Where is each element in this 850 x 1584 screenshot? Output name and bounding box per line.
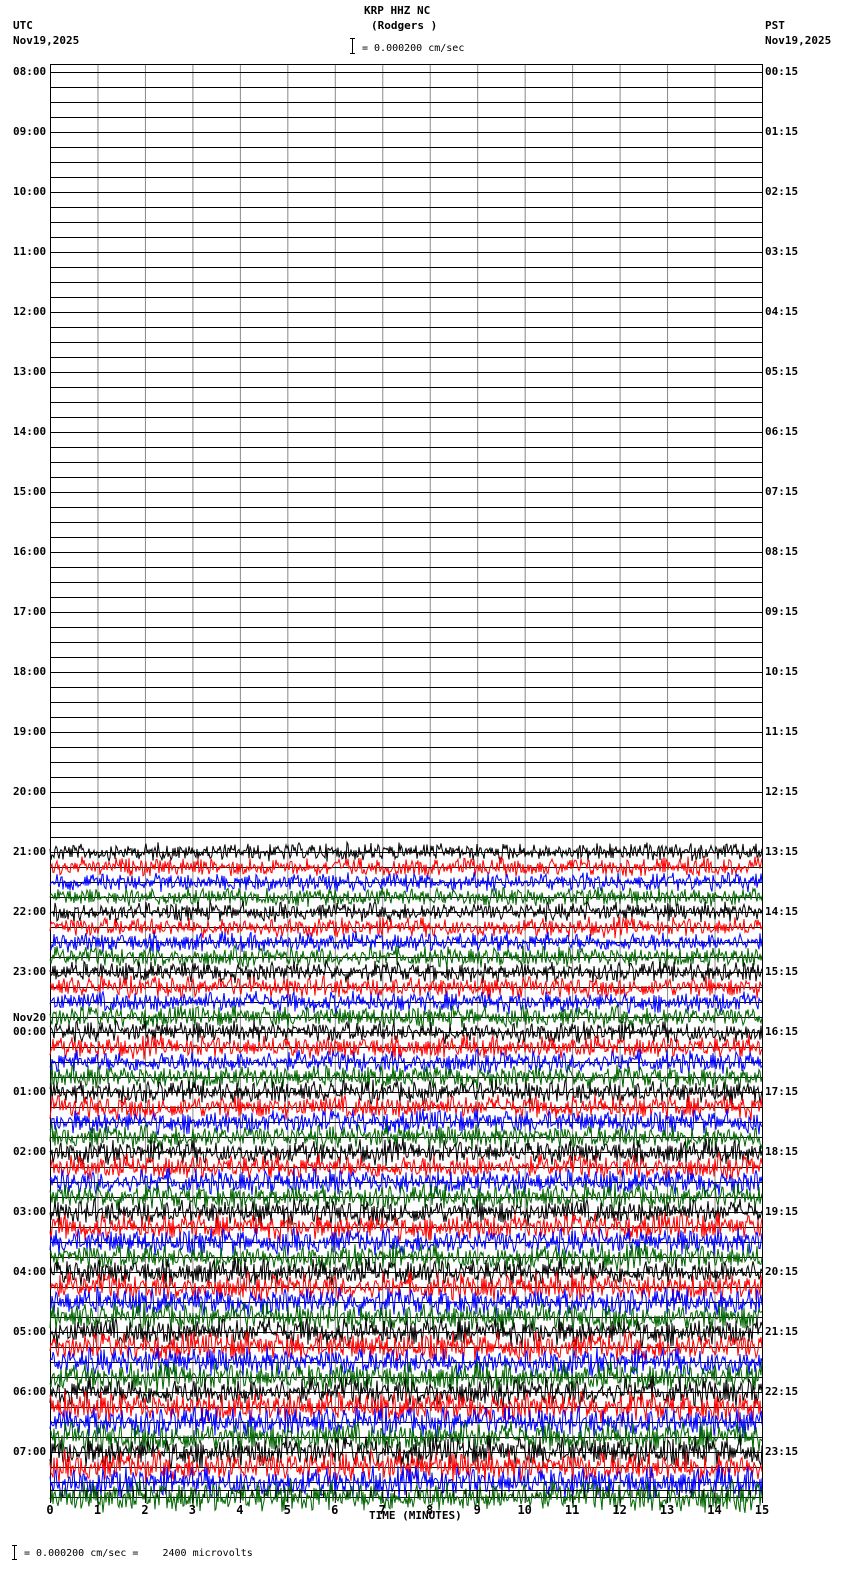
- x-tick-label: 3: [189, 1503, 196, 1517]
- utc-hour-label: 05:00: [13, 1325, 47, 1338]
- utc-hour-label: 04:00: [13, 1265, 47, 1278]
- utc-hour-label: 16:00: [13, 545, 47, 558]
- utc-hour-label: 17:00: [13, 605, 47, 618]
- date-change-label: Nov20: [13, 1011, 47, 1024]
- utc-hour-label: 21:00: [13, 845, 47, 858]
- x-tick-label: 12: [612, 1503, 626, 1517]
- x-tick-label: 5: [284, 1503, 291, 1517]
- x-tick-label: 8: [426, 1503, 433, 1517]
- pst-hour-label: 11:15: [765, 725, 799, 738]
- pst-hour-label: 19:15: [765, 1205, 799, 1218]
- x-tick-label: 0: [46, 1503, 53, 1517]
- utc-hour-label: 09:00: [13, 125, 47, 138]
- pst-hour-label: 07:15: [765, 485, 799, 498]
- utc-hour-label: 01:00: [13, 1085, 47, 1098]
- pst-hour-label: 00:15: [765, 65, 799, 78]
- x-tick-label: 4: [236, 1503, 243, 1517]
- pst-hour-label: 04:15: [765, 305, 799, 318]
- utc-hour-label: 02:00: [13, 1145, 47, 1158]
- pst-hour-label: 21:15: [765, 1325, 799, 1338]
- utc-hour-label: 19:00: [13, 725, 47, 738]
- helicorder-plot: 0 1 2 3 4 5 6 7 8 9 10 11 12 13 14 15: [12, 38, 769, 1560]
- utc-hour-label: 14:00: [13, 425, 47, 438]
- pst-hour-label: 23:15: [765, 1445, 799, 1458]
- utc-hour-label: 06:00: [13, 1385, 47, 1398]
- utc-hour-label: 10:00: [13, 185, 47, 198]
- utc-hour-label: 15:00: [13, 485, 47, 498]
- x-tick-label: 14: [707, 1503, 721, 1517]
- pst-hour-label: 06:15: [765, 425, 799, 438]
- utc-hour-label: 13:00: [13, 365, 47, 378]
- utc-hour-label: 20:00: [13, 785, 47, 798]
- x-tick-label: 2: [141, 1503, 148, 1517]
- footer-scale-bar-icon: [12, 1545, 17, 1560]
- utc-hour-label: 12:00: [13, 305, 47, 318]
- pst-hour-label: 14:15: [765, 905, 799, 918]
- pst-hour-label: 08:15: [765, 545, 799, 558]
- pst-hour-label: 03:15: [765, 245, 799, 258]
- pst-hour-label: 12:15: [765, 785, 799, 798]
- seismic-trace: [49, 886, 763, 907]
- x-tick-label: 1: [94, 1503, 101, 1517]
- seismic-trace: [49, 856, 763, 878]
- utc-hour-label: 00:00: [13, 1025, 47, 1038]
- utc-hour-label: 18:00: [13, 665, 47, 678]
- utc-hour-label: 03:00: [13, 1205, 47, 1218]
- pst-hour-label: 16:15: [765, 1025, 799, 1038]
- pst-hour-label: 02:15: [765, 185, 799, 198]
- scale-bar-icon: [350, 38, 355, 54]
- pst-hour-label: 10:15: [765, 665, 799, 678]
- x-tick-label: 6: [331, 1503, 338, 1517]
- utc-hour-label: 23:00: [13, 965, 47, 978]
- pst-hour-label: 18:15: [765, 1145, 799, 1158]
- pst-hour-label: 05:15: [765, 365, 799, 378]
- seismic-trace: [49, 930, 763, 954]
- pst-hour-label: 22:15: [765, 1385, 799, 1398]
- pst-hour-label: 13:15: [765, 845, 799, 858]
- utc-hour-label: 22:00: [13, 905, 47, 918]
- pst-hour-label: 09:15: [765, 605, 799, 618]
- x-tick-label: 15: [755, 1503, 769, 1517]
- x-tick-label: 9: [474, 1503, 481, 1517]
- pst-hour-label: 15:15: [765, 965, 799, 978]
- utc-hour-label: 07:00: [13, 1445, 47, 1458]
- x-tick-label: 10: [517, 1503, 531, 1517]
- x-tick-label: 11: [565, 1503, 579, 1517]
- pst-hour-label: 01:15: [765, 125, 799, 138]
- x-tick-label: 7: [379, 1503, 386, 1517]
- utc-hour-label: 11:00: [13, 245, 47, 258]
- x-tick-label: 13: [660, 1503, 674, 1517]
- pst-hour-label: 20:15: [765, 1265, 799, 1278]
- pst-hour-label: 17:15: [765, 1085, 799, 1098]
- utc-hour-label: 08:00: [13, 65, 47, 78]
